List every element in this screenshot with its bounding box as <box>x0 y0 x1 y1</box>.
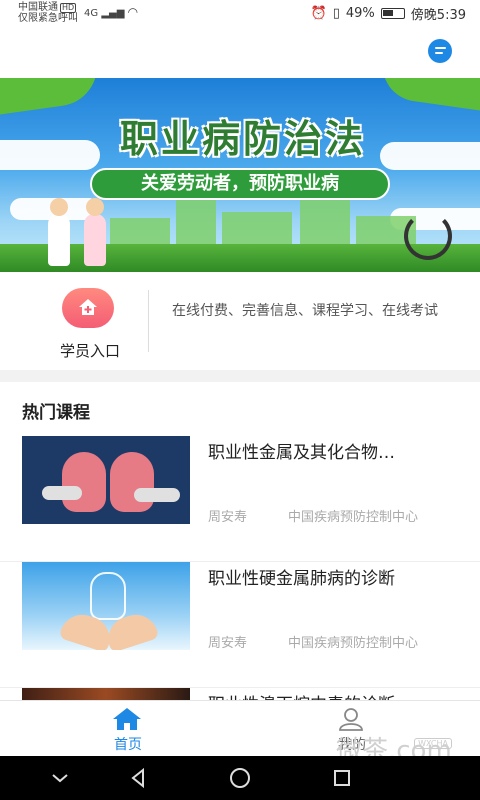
emergency-text: 仅限紧急呼叫 <box>18 13 78 24</box>
stethoscope-icon <box>404 212 452 260</box>
battery-percent: 49% <box>345 6 375 21</box>
section-gap <box>0 370 480 382</box>
vibrate-icon: ▯ <box>332 6 340 21</box>
chevron-down-icon[interactable] <box>48 766 72 790</box>
course-organization: 中国疾病预防控制中心 <box>288 510 419 525</box>
clock: 傍晚5:39 <box>410 8 466 23</box>
top-bar <box>0 28 480 78</box>
banner[interactable]: 职业病防治法 关爱劳动者，预防职业病 <box>0 78 480 272</box>
status-bar: 中国联通 HD 仅限紧急呼叫 4G ▂▄▆ ◠ ⏰ ▯ 49% 傍晚5:39 <box>0 0 480 28</box>
banner-title: 职业病防治法 <box>119 117 366 161</box>
alarm-icon: ⏰ <box>310 6 327 21</box>
back-icon[interactable] <box>126 766 150 790</box>
house-plus-icon <box>79 299 97 315</box>
course-thumbnail <box>22 562 190 650</box>
leaf-decoration <box>378 78 480 112</box>
message-icon <box>435 47 446 49</box>
network-indicator: 4G ▂▄▆ ◠ <box>84 5 138 19</box>
course-item[interactable]: 职业性金属及其化合物… 周安寿 中国疾病预防控制中心 <box>0 436 480 562</box>
network-label: 4G <box>84 8 99 19</box>
system-nav-bar <box>0 756 480 800</box>
wifi-icon: ◠ <box>127 5 139 19</box>
course-item[interactable]: 职业性硬金属肺病的诊断 周安寿 中国疾病预防控制中心 <box>0 562 480 688</box>
watermark-badge: WXCHA <box>414 738 452 749</box>
battery-icon <box>380 8 405 19</box>
divider <box>148 290 149 352</box>
lung-icon <box>90 572 126 620</box>
nav-home-label: 首页 <box>114 737 142 753</box>
doctor-figure <box>48 198 70 266</box>
banner-subtitle: 关爱劳动者，预防职业病 <box>90 168 390 200</box>
entry-description: 在线付费、完善信息、课程学习、在线考试 <box>172 303 438 319</box>
student-entry-label[interactable]: 学员入口 <box>40 340 140 361</box>
hot-courses: 热门课程 职业性金属及其化合物… 周安寿 中国疾病预防控制中心 职业性硬金属肺病… <box>0 382 480 700</box>
student-entry: 学员入口 在线付费、完善信息、课程学习、在线考试 <box>0 272 480 370</box>
city-skyline <box>176 200 216 248</box>
course-title: 职业性金属及其化合物… <box>208 443 395 463</box>
course-organization: 中国疾病预防控制中心 <box>288 636 419 651</box>
course-thumbnail <box>22 688 190 700</box>
message-button[interactable] <box>428 39 452 63</box>
smoke-shape <box>134 488 180 502</box>
city-skyline <box>222 212 292 248</box>
lung-icon <box>110 452 154 512</box>
app-screen: 中国联通 HD 仅限紧急呼叫 4G ▂▄▆ ◠ ⏰ ▯ 49% 傍晚5:39 职… <box>0 0 480 800</box>
nav-home[interactable]: 首页 <box>68 701 188 757</box>
status-right: ⏰ ▯ 49% 傍晚5:39 <box>311 4 466 23</box>
course-title: 职业性溴丙烷中毒的诊断 <box>208 690 458 700</box>
course-title: 职业性硬金属肺病的诊断 <box>208 569 395 589</box>
course-item[interactable]: 职业性溴丙烷中毒的诊断 <box>0 688 480 700</box>
signal-icon: ▂▄▆ <box>101 8 125 19</box>
hd-badge: HD <box>60 3 77 13</box>
city-skyline <box>300 198 350 248</box>
home-circle-icon[interactable] <box>228 766 252 790</box>
cloud <box>0 140 100 170</box>
section-title: 热门课程 <box>22 403 90 423</box>
message-icon-line <box>435 52 443 54</box>
lung-icon <box>62 452 106 512</box>
smoke-shape <box>42 486 82 500</box>
recent-apps-icon[interactable] <box>330 766 354 790</box>
carrier-info: 中国联通 HD 仅限紧急呼叫 <box>18 2 78 24</box>
student-entry-button[interactable] <box>62 288 114 328</box>
carrier-name: 中国联通 <box>18 2 58 13</box>
leaf-decoration <box>0 78 103 116</box>
course-thumbnail <box>22 436 190 524</box>
nurse-figure <box>84 198 106 266</box>
home-icon <box>113 708 141 730</box>
course-author: 周安寿 <box>208 510 248 525</box>
course-author: 周安寿 <box>208 636 248 651</box>
